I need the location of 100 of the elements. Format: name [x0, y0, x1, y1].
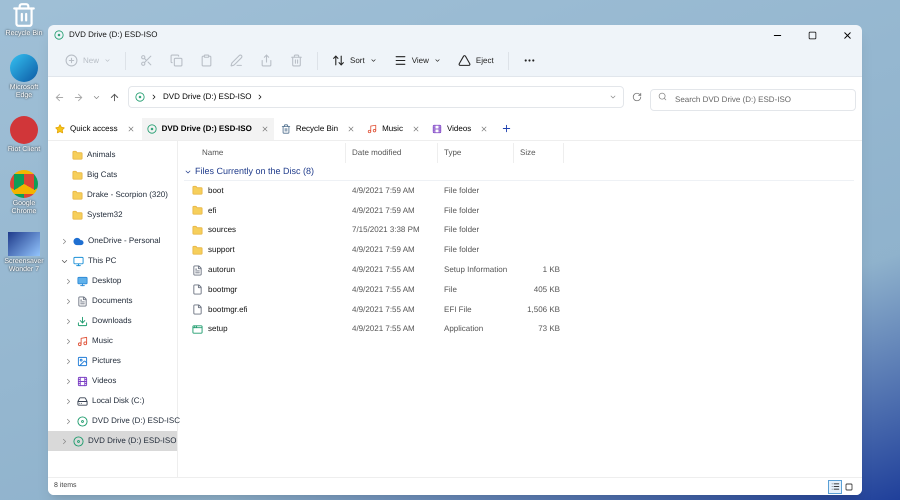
- nav-item[interactable]: Big Cats: [48, 165, 177, 185]
- up-icon[interactable]: [109, 92, 120, 102]
- close-tab-icon[interactable]: [480, 125, 488, 133]
- column-header[interactable]: Name: [184, 143, 346, 163]
- edge-icon: [10, 54, 38, 82]
- share-icon: [260, 54, 274, 67]
- type-cell-text: File folder: [443, 244, 480, 256]
- file-name: sources: [208, 224, 236, 236]
- close-tab-icon[interactable]: [412, 125, 420, 133]
- path-segment[interactable]: DVD Drive (D:) ESD-ISO: [163, 91, 252, 103]
- refresh-icon[interactable]: [632, 92, 642, 102]
- app-icon: [192, 324, 203, 335]
- folder-icon: [192, 205, 203, 216]
- folder-icon: [72, 190, 83, 200]
- file-name: boot: [208, 184, 224, 197]
- column-header[interactable]: Date modified: [346, 143, 438, 163]
- nav-item[interactable]: Desktop: [48, 271, 177, 291]
- date-cell-text: 4/9/2021 7:55 AM: [351, 323, 416, 336]
- chevron-icon: [150, 93, 158, 101]
- file-icon: [192, 284, 203, 296]
- column-header[interactable]: Size: [514, 143, 564, 163]
- document-icon: [77, 296, 88, 306]
- chevron-icon[interactable]: [64, 356, 73, 366]
- date-cell-text: 4/9/2021 7:55 AM: [351, 264, 416, 276]
- chevron-icon[interactable]: [64, 316, 73, 326]
- view-button[interactable]: View: [386, 50, 448, 72]
- nav-item[interactable]: Pictures: [48, 351, 177, 371]
- file-name: support: [208, 244, 235, 256]
- star-icon: [55, 124, 65, 134]
- screensaver-icon: [8, 232, 40, 256]
- file-row[interactable]: sources 7/15/2021 3:38 PM File folder: [184, 220, 862, 240]
- details-view-icon[interactable]: [828, 480, 842, 494]
- chevron-icon[interactable]: [64, 276, 73, 286]
- file-row[interactable]: bootmgr.efi 4/9/2021 7:55 AM EFI File 1,506 KB: [184, 300, 862, 320]
- plus-icon: [65, 54, 78, 67]
- size-cell: 1 KB: [542, 264, 560, 276]
- sort-button[interactable]: Sort: [325, 50, 384, 72]
- file-row[interactable]: boot 4/9/2021 7:59 AM File folder: [184, 181, 862, 201]
- nav-item[interactable]: Videos: [48, 371, 177, 391]
- tab[interactable]: DVD Drive (D:) ESD-ISO: [142, 118, 274, 140]
- file-row[interactable]: efi 4/9/2021 7:59 AM File folder: [184, 200, 862, 221]
- group-header[interactable]: Files Currently on the Disc (8): [195, 164, 314, 178]
- column-header[interactable]: Type: [438, 143, 514, 163]
- search-field[interactable]: Search DVD Drive (D:) ESD-ISO: [650, 88, 856, 110]
- riot-icon: [10, 116, 38, 144]
- file-row[interactable]: support 4/9/2021 7:59 AM File folder: [184, 240, 862, 260]
- caret-icon: [370, 57, 377, 64]
- nav-item[interactable]: Local Disk (C:): [48, 391, 177, 411]
- nav-item[interactable]: OneDrive - Personal: [48, 231, 177, 251]
- size-cell: 1,506 KB: [527, 304, 560, 316]
- music-icon: [367, 124, 378, 134]
- type-cell-text: File folder: [443, 204, 480, 217]
- download-icon: [77, 316, 88, 326]
- close-tab-icon[interactable]: [347, 125, 356, 133]
- nav-item[interactable]: Animals: [48, 145, 177, 165]
- nav-item[interactable]: Music: [48, 331, 177, 351]
- monitor-icon: [73, 256, 84, 266]
- back-icon[interactable]: [54, 92, 65, 102]
- file-row[interactable]: bootmgr 4/9/2021 7:55 AM File 405 KB: [184, 280, 862, 300]
- disc-icon: [77, 416, 88, 426]
- date-cell-text: 7/15/2021 3:38 PM: [351, 224, 421, 236]
- folder-icon: [72, 170, 83, 180]
- picture-icon: [77, 356, 88, 366]
- window-title: DVD Drive (D:) ESD-ISO: [69, 29, 158, 41]
- document-icon: [192, 264, 203, 276]
- forward-icon[interactable]: [73, 92, 84, 102]
- chevron-icon[interactable]: [64, 296, 73, 306]
- search-icon: [658, 92, 667, 101]
- address-bar[interactable]: DVD Drive (D:) ESD-ISO: [128, 86, 624, 108]
- caret-icon: [104, 57, 112, 64]
- caret-icon: [434, 57, 441, 64]
- size-cell: 405 KB: [534, 284, 560, 296]
- file-row[interactable]: setup 4/9/2021 7:55 AM Application 73 KB: [184, 320, 862, 340]
- nav-item[interactable]: This PC: [48, 251, 177, 271]
- file-icon: [192, 304, 203, 316]
- chevron-icon[interactable]: [64, 336, 73, 346]
- chevron-icon[interactable]: [64, 396, 73, 406]
- disc-icon: [54, 30, 64, 40]
- eject-button[interactable]: Eject: [450, 50, 501, 72]
- type-cell-text: Application: [443, 323, 484, 336]
- disc-icon: [146, 124, 157, 134]
- sort-icon: [332, 54, 346, 67]
- clipboard-icon: [200, 54, 214, 67]
- file-name: setup: [208, 323, 228, 336]
- nav-item[interactable]: System32: [48, 205, 177, 225]
- file-row[interactable]: autorun 4/9/2021 7:55 AM Setup Information 1 KB: [184, 260, 862, 280]
- nav-item[interactable]: DVD Drive (D:) ESD-ISO: [48, 431, 177, 451]
- type-cell-text: Setup Information: [443, 264, 508, 276]
- chevron-icon[interactable]: [64, 376, 73, 386]
- nav-item[interactable]: Documents: [48, 291, 177, 311]
- new-tab-icon[interactable]: [501, 123, 512, 134]
- close-tab-icon[interactable]: [126, 125, 135, 133]
- monitor-icon: [77, 276, 88, 286]
- date-cell-text: 4/9/2021 7:59 AM: [351, 244, 416, 256]
- nav-item[interactable]: Drake - Scorpion (320): [48, 185, 177, 205]
- chevron-icon[interactable]: [60, 236, 69, 246]
- chevron-icon[interactable]: [64, 416, 73, 426]
- close-tab-icon[interactable]: [260, 125, 269, 133]
- lines-icon: [394, 54, 407, 67]
- nav-item[interactable]: Downloads: [48, 311, 177, 331]
